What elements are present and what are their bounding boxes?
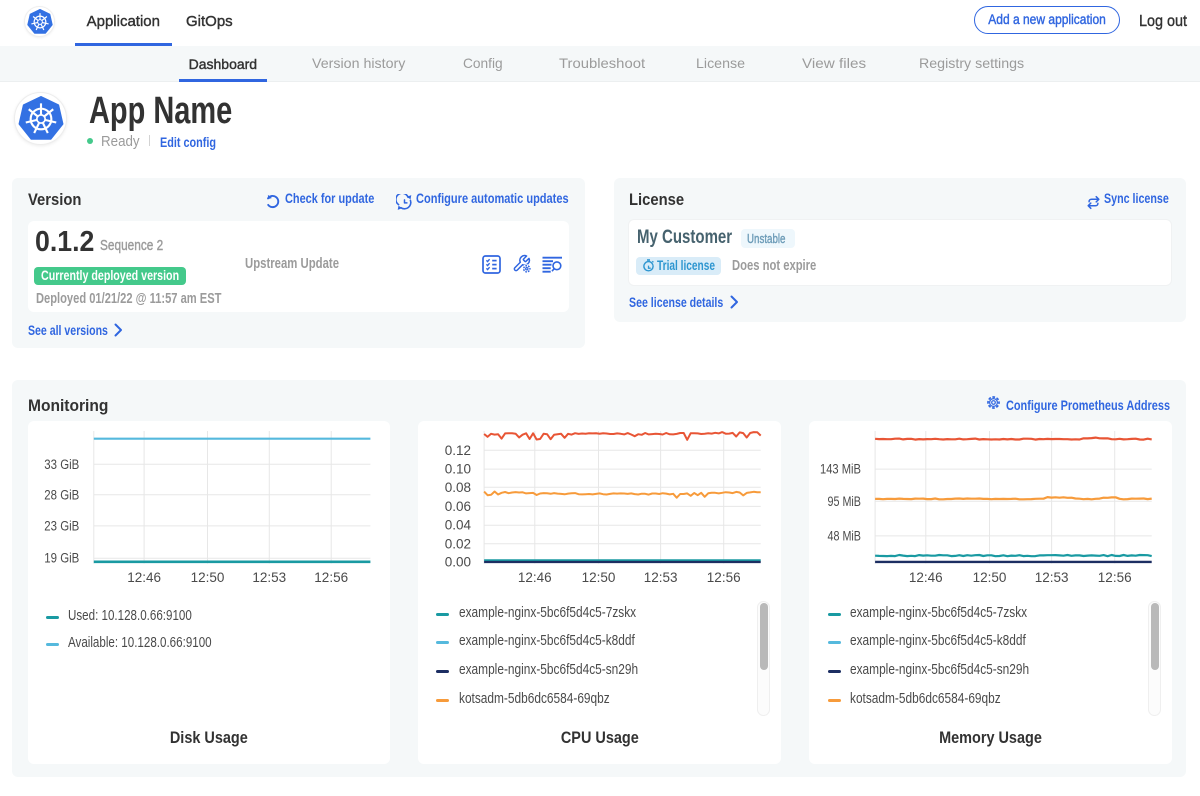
svg-text:12:56: 12:56 xyxy=(314,570,348,585)
svg-text:12:46: 12:46 xyxy=(909,570,943,585)
svg-text:12:50: 12:50 xyxy=(973,570,1007,585)
svg-text:12:56: 12:56 xyxy=(707,570,741,585)
svg-text:19 GiB: 19 GiB xyxy=(44,551,79,566)
svg-text:0.06: 0.06 xyxy=(445,499,471,514)
svg-text:143 MiB: 143 MiB xyxy=(820,462,861,477)
svg-text:23 GiB: 23 GiB xyxy=(44,518,79,533)
svg-text:0.00: 0.00 xyxy=(445,554,471,569)
svg-text:33 GiB: 33 GiB xyxy=(44,457,79,472)
svg-text:95 MiB: 95 MiB xyxy=(828,494,862,509)
svg-text:12:53: 12:53 xyxy=(252,570,286,585)
svg-text:12:53: 12:53 xyxy=(644,570,678,585)
svg-text:0.04: 0.04 xyxy=(445,518,472,533)
svg-text:0.02: 0.02 xyxy=(445,536,471,551)
svg-text:0.10: 0.10 xyxy=(445,462,471,477)
svg-text:12:50: 12:50 xyxy=(191,570,225,585)
svg-text:12:56: 12:56 xyxy=(1098,570,1132,585)
svg-text:12:46: 12:46 xyxy=(127,570,161,585)
svg-text:0.12: 0.12 xyxy=(445,443,471,458)
svg-text:12:50: 12:50 xyxy=(582,570,616,585)
svg-text:28 GiB: 28 GiB xyxy=(44,487,79,502)
svg-text:0.08: 0.08 xyxy=(445,480,471,495)
svg-text:12:53: 12:53 xyxy=(1035,570,1069,585)
svg-text:12:46: 12:46 xyxy=(518,570,552,585)
svg-text:48 MiB: 48 MiB xyxy=(828,528,862,543)
